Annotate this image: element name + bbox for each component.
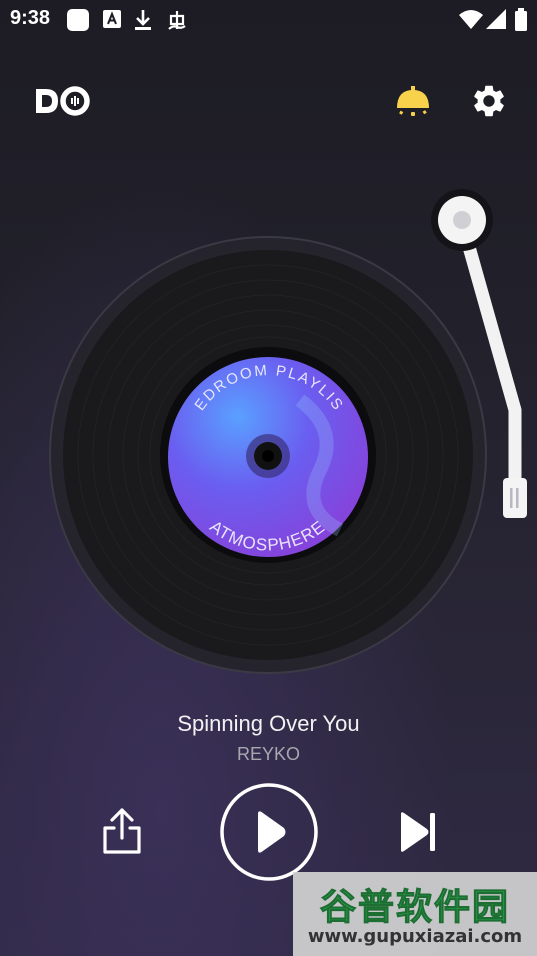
- keyboard-a-icon: [103, 10, 121, 28]
- watermark-url: www.gupuxiazai.com: [307, 926, 523, 947]
- app-square-icon: [67, 9, 89, 31]
- play-icon: [258, 811, 286, 853]
- tonearm-handle[interactable]: [503, 478, 527, 518]
- status-time: 9:38: [10, 7, 51, 29]
- track-artist: REYKO: [236, 744, 301, 764]
- signal-icon: [486, 9, 506, 29]
- bug-icon: [168, 11, 186, 30]
- app-logo: [36, 86, 90, 116]
- lamp-icon[interactable]: [393, 82, 433, 122]
- turntable: BEDROOM PLAYLIST ATMOSPHERE: [0, 180, 527, 674]
- play-button[interactable]: [219, 782, 319, 882]
- battery-icon: [515, 8, 527, 31]
- share-icon[interactable]: [98, 806, 146, 858]
- download-icon: [135, 10, 151, 30]
- watermark: 谷普软件园 www.gupuxiazai.com: [293, 872, 537, 956]
- top-bar: [0, 78, 537, 128]
- track-title: Spinning Over You: [177, 711, 360, 736]
- wifi-icon: [459, 10, 483, 29]
- skip-next-icon[interactable]: [395, 808, 441, 856]
- watermark-title: 谷普软件园: [319, 887, 510, 929]
- status-bar: 9:38: [0, 0, 537, 38]
- gear-icon[interactable]: [470, 82, 508, 120]
